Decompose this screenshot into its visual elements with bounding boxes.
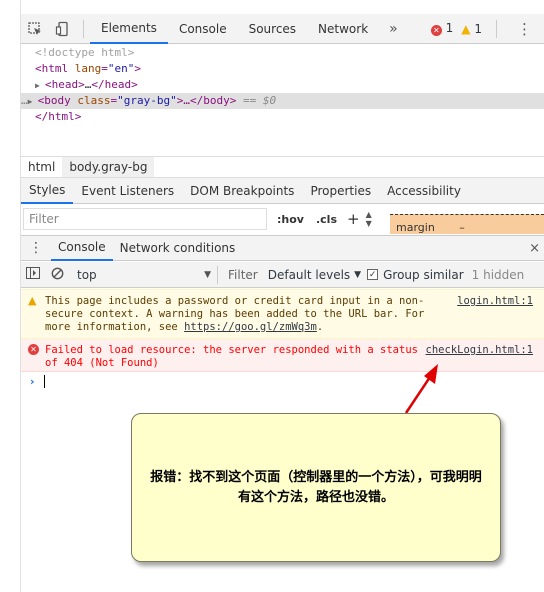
hidden-count: 1 hidden: [471, 267, 525, 282]
issue-counters[interactable]: ✕ 1 ▲ 1 ⋮: [430, 19, 544, 38]
device-toolbar-icon[interactable]: [49, 14, 77, 44]
annotation-callout: 报错：找不到这个页面（控制器里的一个方法），可我明明有这个方法，路径也没错。: [131, 413, 501, 562]
warning-icon: ▲: [461, 21, 471, 36]
left-page-edge: [0, 0, 21, 592]
breadcrumb-html[interactable]: html: [21, 160, 62, 174]
drawer-menu-icon[interactable]: ⋮: [21, 240, 51, 256]
toolbar-divider: [496, 19, 497, 38]
tab-sources[interactable]: Sources: [238, 14, 307, 44]
inspect-icon[interactable]: [21, 14, 49, 44]
scroll-arrows-icon[interactable]: ▲ ▼: [366, 210, 372, 228]
breadcrumb-body[interactable]: body.gray-bg: [62, 157, 155, 177]
tab-properties[interactable]: Properties: [302, 178, 379, 204]
dropdown-arrow-icon: ▼: [204, 269, 211, 280]
warning-icon: ▲: [28, 294, 37, 307]
dom-tree: <!doctype html> <html lang="en"> ▶ <head>…: [21, 45, 544, 155]
error-icon: ✕: [28, 344, 39, 355]
tab-styles[interactable]: Styles: [21, 178, 74, 204]
text-caret: [44, 375, 45, 388]
warning-text: This page includes a password or credit …: [45, 295, 425, 333]
kebab-menu-icon[interactable]: ⋮: [511, 20, 538, 38]
dom-node-html-close[interactable]: </html>: [21, 109, 544, 125]
dropdown-arrow-icon: ▼: [354, 269, 362, 280]
console-error-message: ✕ Failed to load resource: the server re…: [21, 339, 544, 372]
error-icon: ✕: [430, 25, 442, 36]
toolbar-divider: [83, 19, 84, 38]
console-toolbar: top ▼ Filter Default levels ▼ ✓ Group simi…: [21, 262, 544, 288]
console-filter-input[interactable]: Filter: [224, 268, 262, 282]
more-tabs-chevron-icon[interactable]: »: [379, 21, 408, 37]
group-similar-label: Group similar: [383, 267, 464, 282]
devtools-toolbar: Elements Console Sources Network » ✕ 1 ▲…: [21, 14, 544, 44]
breadcrumb: html body.gray-bg: [21, 156, 544, 178]
dom-node-body-selected[interactable]: …▶ <body class="gray-bg">…</body> == $0: [21, 93, 544, 109]
error-text: Failed to load resource: the server resp…: [45, 344, 418, 369]
dom-node-html[interactable]: <html lang="en">: [21, 61, 544, 77]
hov-toggle[interactable]: :hov: [277, 213, 304, 226]
tab-network-conditions[interactable]: Network conditions: [113, 236, 243, 261]
tab-dom-breakpoints[interactable]: DOM Breakpoints: [182, 178, 302, 204]
styles-toolbar: Filter :hov .cls + ▲ ▼ margin –: [21, 205, 544, 234]
tab-event-listeners[interactable]: Event Listeners: [73, 178, 182, 204]
tab-drawer-console[interactable]: Console: [51, 236, 113, 261]
warning-source-link[interactable]: login.html:1: [457, 295, 533, 308]
console-prompt-input[interactable]: ›: [21, 372, 544, 392]
error-source-link[interactable]: checkLogin.html:1: [426, 344, 533, 357]
console-warning-message: ▲ This page includes a password or credi…: [21, 289, 544, 339]
new-style-rule-button[interactable]: +: [347, 210, 360, 228]
error-counter[interactable]: ✕ 1: [430, 21, 453, 36]
cls-toggle[interactable]: .cls: [316, 213, 337, 226]
dom-node-doctype[interactable]: <!doctype html>: [21, 45, 544, 61]
tab-accessibility[interactable]: Accessibility: [379, 178, 469, 204]
close-drawer-icon[interactable]: ×: [529, 241, 544, 256]
tab-network[interactable]: Network: [307, 14, 379, 44]
group-similar-checkbox[interactable]: ✓: [367, 269, 379, 280]
context-selector[interactable]: top ▼: [73, 268, 211, 282]
toolbar-divider: [217, 265, 218, 284]
prompt-chevron-icon: ›: [30, 375, 35, 388]
warning-info-link[interactable]: https://goo.gl/zmWq3m: [184, 321, 317, 333]
styles-filter-input[interactable]: Filter: [23, 208, 267, 230]
tab-elements[interactable]: Elements: [90, 14, 168, 44]
tab-console[interactable]: Console: [168, 14, 238, 44]
annotation-text: 报错：找不到这个页面（控制器里的一个方法），可我明明有这个方法，路径也没错。: [150, 470, 482, 505]
box-model-preview: margin –: [390, 214, 544, 234]
log-levels-dropdown[interactable]: Default levels ▼: [268, 268, 361, 282]
clear-console-icon[interactable]: [45, 267, 69, 283]
dom-node-head[interactable]: ▶ <head>…</head>: [21, 77, 544, 93]
expand-triangle-icon[interactable]: ▶: [28, 94, 38, 110]
expand-triangle-icon[interactable]: ▶: [35, 78, 45, 94]
sidebar-tabs: Styles Event Listeners DOM Breakpoints P…: [21, 178, 544, 204]
drawer-header: ⋮ Console Network conditions ×: [21, 235, 544, 261]
show-sidebar-icon[interactable]: [21, 267, 45, 282]
warning-counter[interactable]: ▲ 1: [461, 22, 482, 36]
